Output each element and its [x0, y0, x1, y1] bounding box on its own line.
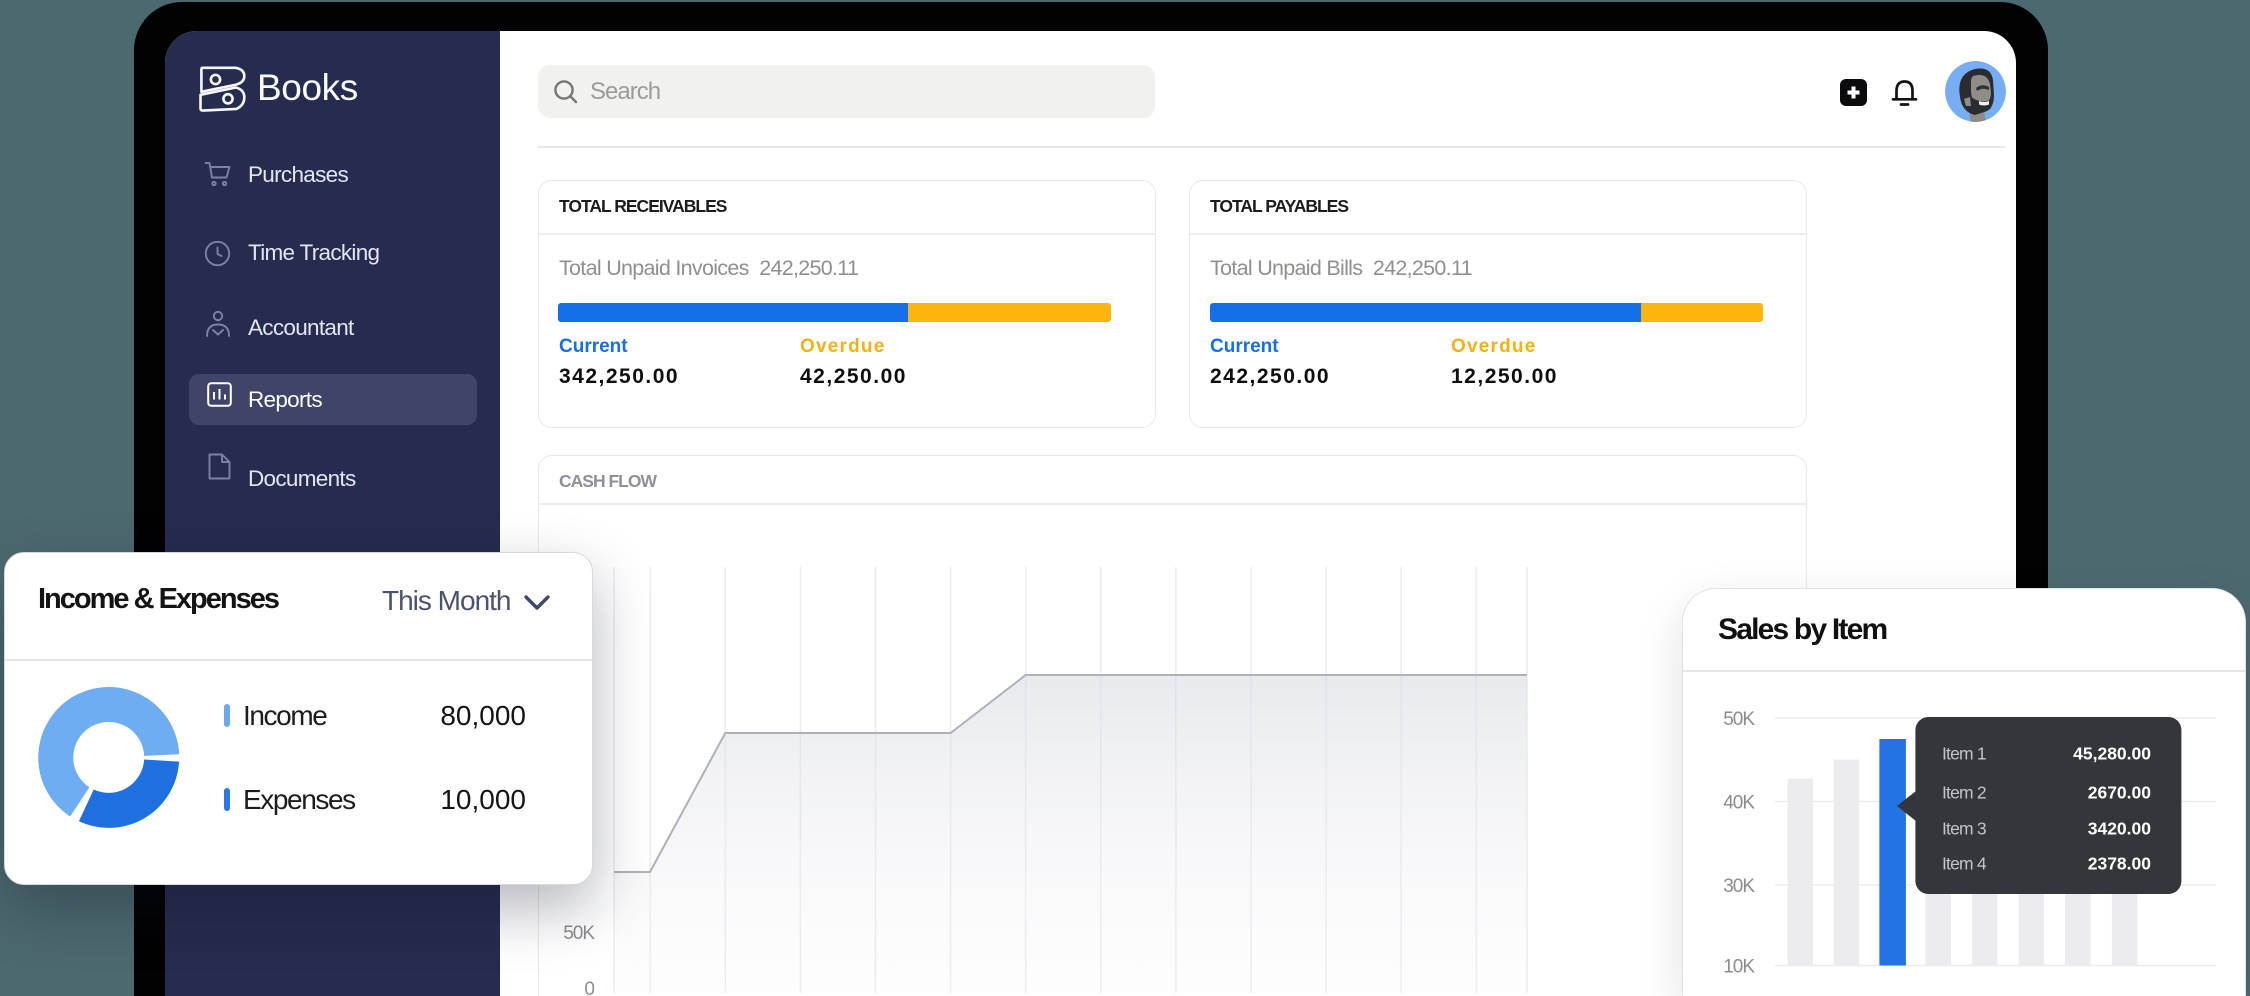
- svg-text:Item 4: Item 4: [1942, 853, 1987, 873]
- svg-text:50K: 50K: [1723, 709, 1755, 730]
- svg-text:0: 0: [584, 979, 594, 996]
- svg-text:Item 2: Item 2: [1942, 783, 1986, 803]
- svg-text:50K: 50K: [563, 923, 595, 944]
- svg-text:10K: 10K: [1723, 957, 1755, 978]
- svg-text:45,280.00: 45,280.00: [2073, 744, 2151, 764]
- svg-text:Item 1: Item 1: [1942, 744, 1986, 764]
- svg-text:30K: 30K: [1723, 876, 1755, 897]
- svg-text:40K: 40K: [1723, 793, 1755, 814]
- svg-text:2378.00: 2378.00: [2088, 853, 2152, 873]
- svg-text:Item 3: Item 3: [1942, 819, 1986, 839]
- svg-text:3420.00: 3420.00: [2088, 819, 2152, 839]
- svg-text:2670.00: 2670.00: [2088, 783, 2152, 803]
